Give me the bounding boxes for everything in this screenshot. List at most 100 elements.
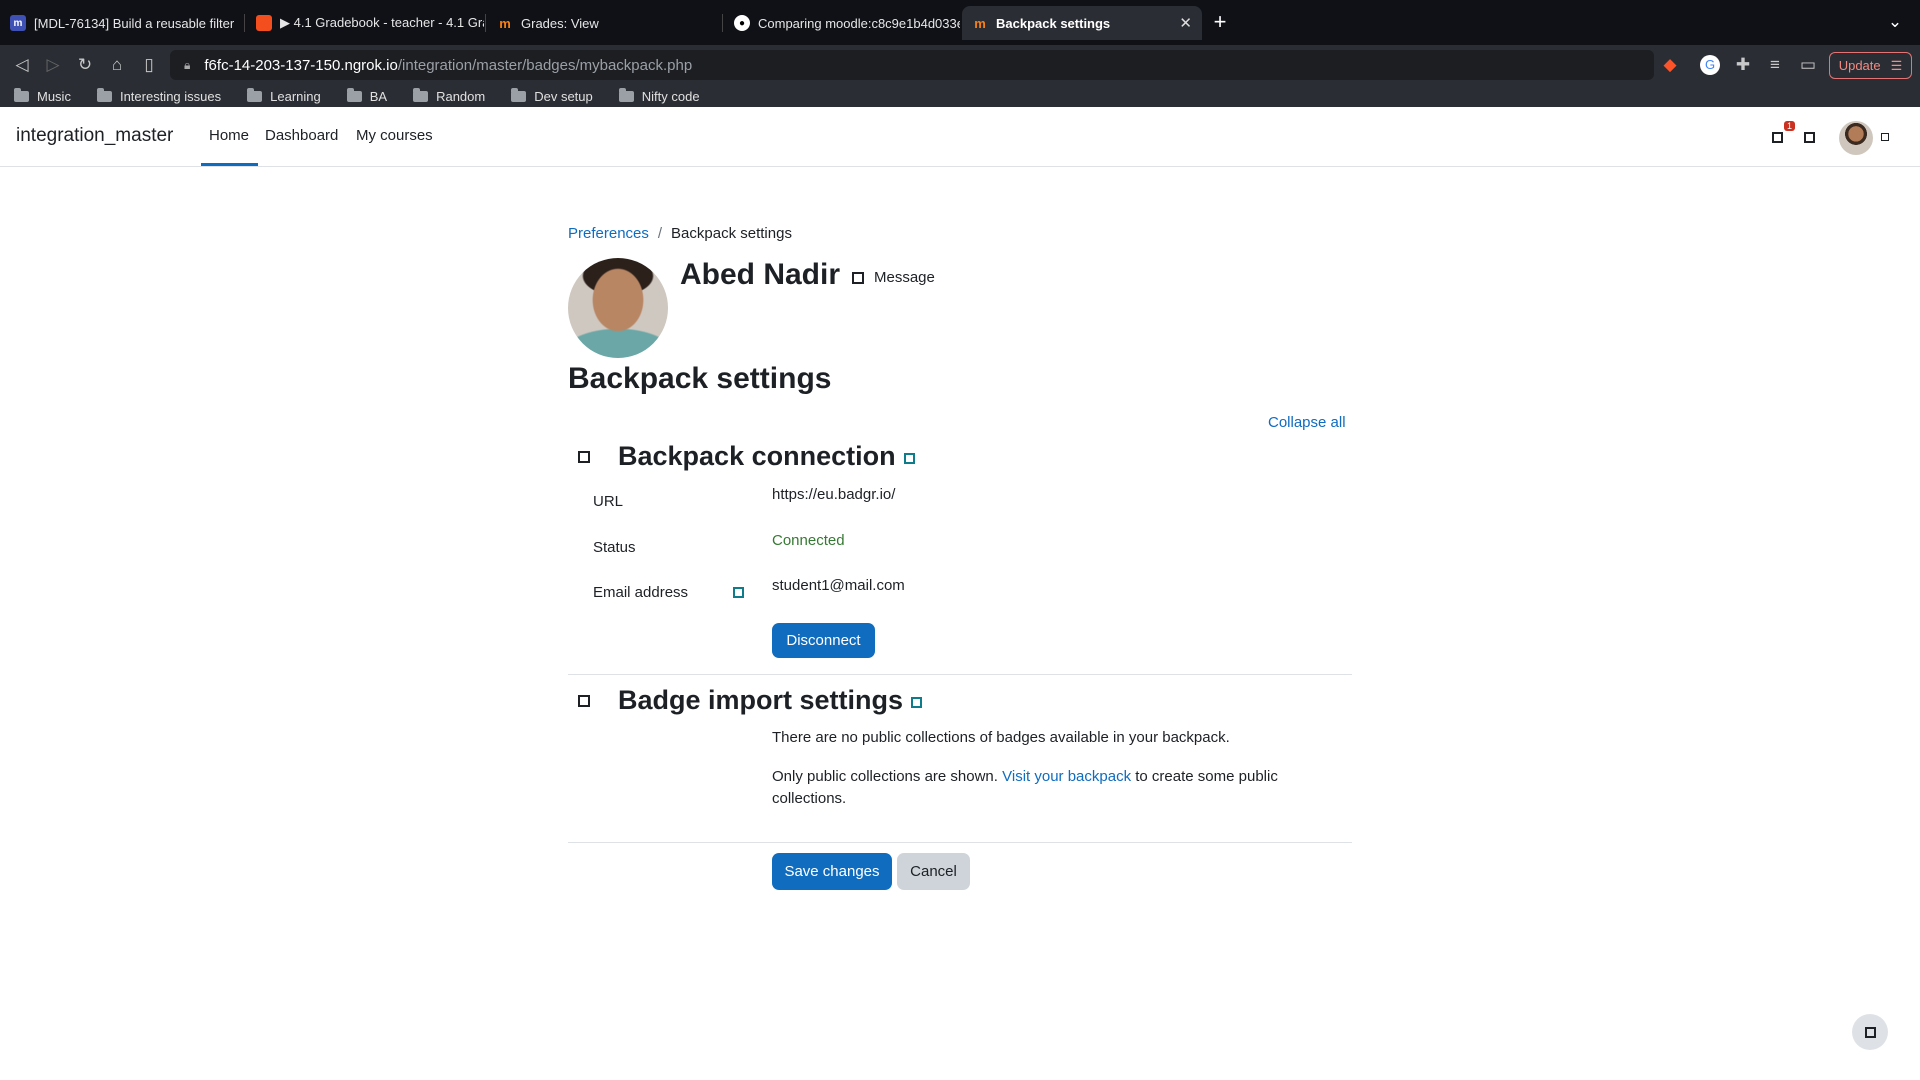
- collapse-toggle-icon[interactable]: [578, 450, 590, 463]
- user-menu-chevron-icon[interactable]: [1881, 133, 1889, 141]
- browser-toolbar: ◁ ▷ ↻ ⌂ ▯ 🔒︎ f6fc-14-203-137-150.ngrok.i…: [0, 45, 1920, 85]
- help-icon[interactable]: [911, 697, 923, 708]
- section-backpack-connection-header[interactable]: Backpack connection: [578, 441, 915, 472]
- question-icon: [1864, 1026, 1876, 1038]
- public-collections-note: Only public collections are shown. Visit…: [772, 766, 1332, 810]
- folder-icon: [413, 87, 429, 102]
- help-icon[interactable]: [733, 587, 744, 598]
- breadcrumb: Preferences / Backpack settings: [568, 225, 792, 242]
- tab-title: ▶ 4.1 Gradebook - teacher - 4.1 Gra: [280, 15, 484, 30]
- nav-home[interactable]: Home: [209, 127, 249, 144]
- url-path: /integration/master/badges/mybackpack.ph…: [397, 56, 693, 74]
- section-divider: [568, 674, 1352, 675]
- browser-tab[interactable]: m [MDL-76134] Build a reusable filter: [0, 6, 240, 40]
- tab-divider: [485, 14, 486, 32]
- address-bar[interactable]: 🔒︎ f6fc-14-203-137-150.ngrok.io/integrat…: [170, 50, 1654, 80]
- new-tab-icon[interactable]: +: [1210, 11, 1230, 33]
- browser-tab[interactable]: ● Comparing moodle:c8c9e1b4d033e: [724, 6, 960, 40]
- collapse-all-link[interactable]: Collapse all: [1268, 414, 1346, 431]
- breadcrumb-preferences[interactable]: Preferences: [568, 225, 649, 242]
- note-prefix: Only public collections are shown.: [772, 768, 998, 785]
- profile-picture: [568, 258, 668, 358]
- folder-icon: [247, 87, 263, 102]
- playlist-icon[interactable]: ≡: [1765, 55, 1785, 75]
- github-icon: ●: [734, 15, 750, 31]
- tab-title: Backpack settings: [996, 15, 1111, 31]
- browser-tab-active[interactable]: m Backpack settings ✕: [962, 6, 1202, 40]
- email-value: student1@mail.com: [772, 577, 905, 594]
- bookmark-interesting-issues[interactable]: Interesting issues: [96, 87, 222, 104]
- cancel-button[interactable]: Cancel: [897, 853, 970, 890]
- user-full-name: Abed Nadir: [680, 258, 841, 291]
- tab-title: [MDL-76134] Build a reusable filter: [34, 15, 235, 31]
- nav-dashboard[interactable]: Dashboard: [265, 127, 338, 144]
- bookmark-label: BA: [369, 88, 388, 104]
- url-value: https://eu.badgr.io/: [772, 486, 896, 503]
- bookmark-icon[interactable]: ▯: [139, 55, 159, 75]
- bookmark-label: Random: [436, 88, 486, 104]
- close-tab-icon[interactable]: ✕: [1179, 14, 1192, 32]
- moodle-icon: m: [974, 15, 986, 31]
- reload-icon[interactable]: ↻: [75, 55, 95, 75]
- wallet-icon[interactable]: ▭: [1798, 55, 1818, 75]
- footer-popover-button[interactable]: [1852, 1014, 1888, 1050]
- figma-icon: [256, 15, 272, 31]
- status-label: Status: [593, 539, 636, 556]
- messages-button[interactable]: [1804, 130, 1815, 148]
- menu-icon: ☰: [1890, 57, 1903, 73]
- site-navbar: integration_master Home Dashboard My cou…: [0, 107, 1920, 167]
- brave-shield-icon[interactable]: ◆: [1660, 55, 1680, 75]
- notifications-button[interactable]: 1: [1772, 121, 1796, 148]
- site-name[interactable]: integration_master: [16, 125, 173, 147]
- update-button[interactable]: Update ☰: [1829, 52, 1912, 79]
- form-divider: [568, 842, 1352, 843]
- nav-my-courses[interactable]: My courses: [356, 127, 433, 144]
- message-button[interactable]: Message: [852, 269, 935, 286]
- folder-icon: [14, 87, 29, 102]
- status-value: Connected: [772, 532, 845, 549]
- forward-icon[interactable]: ▷: [43, 55, 63, 75]
- message-drawer-icon: [1804, 132, 1815, 143]
- browser-tab[interactable]: ▶ 4.1 Gradebook - teacher - 4.1 Gra: [246, 6, 484, 40]
- section-title: Backpack connection: [618, 441, 896, 471]
- visit-backpack-link[interactable]: Visit your backpack: [1002, 768, 1131, 785]
- url-label: URL: [593, 493, 624, 510]
- translate-icon[interactable]: G: [1700, 55, 1720, 75]
- tab-title: Grades: View: [521, 15, 599, 31]
- folder-icon: [511, 87, 527, 102]
- extensions-icon[interactable]: ✚: [1733, 55, 1753, 75]
- bell-icon: [1772, 132, 1783, 143]
- bookmark-dev-setup[interactable]: Dev setup: [511, 87, 593, 104]
- browser-tab[interactable]: m Grades: View: [487, 6, 721, 40]
- folder-icon: [96, 87, 112, 102]
- user-avatar[interactable]: [1839, 121, 1873, 155]
- browser-tab-strip: m [MDL-76134] Build a reusable filter ▶ …: [0, 0, 1920, 45]
- bookmark-label: Interesting issues: [119, 88, 222, 104]
- collapse-toggle-icon[interactable]: [578, 694, 590, 707]
- message-label: Message: [874, 269, 935, 286]
- breadcrumb-separator: /: [657, 225, 663, 242]
- bookmark-random[interactable]: Random: [413, 87, 486, 104]
- back-icon[interactable]: ◁: [12, 55, 32, 75]
- tab-divider: [722, 14, 723, 32]
- email-label: Email address: [593, 584, 689, 601]
- no-collections-text: There are no public collections of badge…: [772, 729, 1230, 746]
- bookmark-label: Learning: [270, 88, 321, 104]
- jira-icon: m: [10, 15, 26, 31]
- lock-icon: 🔒︎: [184, 57, 191, 72]
- notification-count-badge: 1: [1784, 121, 1796, 131]
- save-changes-button[interactable]: Save changes: [772, 853, 892, 890]
- bookmark-learning[interactable]: Learning: [247, 87, 321, 104]
- section-badge-import-header[interactable]: Badge import settings: [578, 685, 923, 716]
- folder-icon: [618, 87, 634, 102]
- bookmarks-bar: Music Interesting issues Learning BA Ran…: [0, 85, 1920, 107]
- disconnect-button[interactable]: Disconnect: [772, 623, 875, 658]
- tab-search-chevron-icon[interactable]: ⌄: [1885, 12, 1905, 32]
- bookmark-nifty-code[interactable]: Nifty code: [618, 87, 700, 104]
- bookmark-ba[interactable]: BA: [346, 87, 388, 104]
- help-icon[interactable]: [903, 453, 915, 464]
- bookmark-music[interactable]: Music: [14, 87, 71, 104]
- bookmark-label: Music: [37, 88, 71, 104]
- update-label: Update: [1838, 58, 1881, 73]
- home-icon[interactable]: ⌂: [107, 55, 127, 75]
